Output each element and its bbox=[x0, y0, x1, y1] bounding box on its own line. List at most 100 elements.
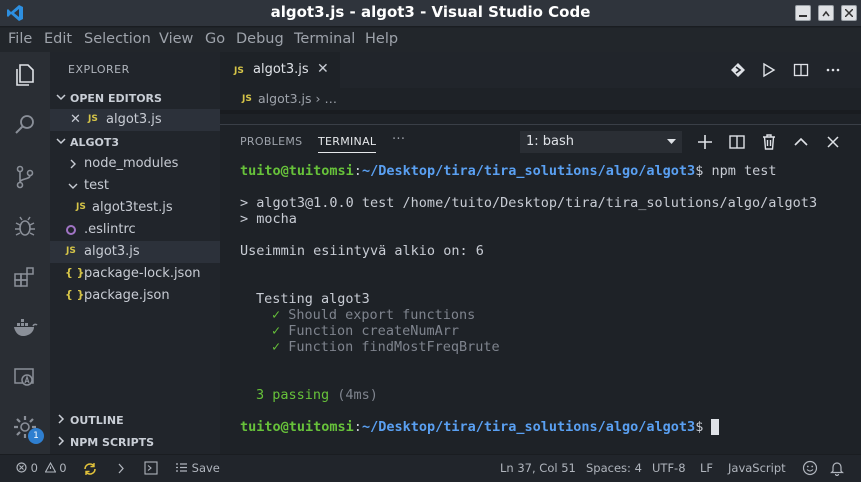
test-name: Should export functions bbox=[288, 307, 476, 323]
terminal-select[interactable]: 1: bash bbox=[520, 131, 682, 153]
more-actions-icon[interactable] bbox=[825, 62, 841, 78]
split-terminal-icon[interactable] bbox=[728, 133, 746, 151]
js-file-icon: JS bbox=[234, 66, 244, 76]
project-label: ALGOT3 bbox=[70, 136, 120, 149]
breadcrumb-text[interactable]: algot3.js › … bbox=[258, 91, 337, 106]
menu-help[interactable]: Help bbox=[365, 31, 398, 47]
sync-icon[interactable] bbox=[82, 462, 98, 476]
new-terminal-icon[interactable] bbox=[696, 133, 714, 151]
error-icon bbox=[16, 462, 27, 473]
close-panel-icon[interactable] bbox=[824, 133, 842, 151]
language-status[interactable]: JavaScript bbox=[728, 461, 786, 475]
tree-item-package-lock[interactable]: { } package-lock.json bbox=[50, 263, 220, 285]
tree-item-label: .eslintrc bbox=[84, 222, 136, 237]
open-editor-item[interactable]: ✕ JS algot3.js bbox=[50, 109, 220, 131]
problems-status[interactable]: 0 0 bbox=[16, 461, 67, 475]
test-name: Function findMostFreqBrute bbox=[288, 339, 500, 355]
tree-item-node-modules[interactable]: node_modules bbox=[50, 153, 220, 175]
feedback-smiley-icon[interactable] bbox=[802, 460, 818, 476]
open-editors-section[interactable]: OPEN EDITORS bbox=[50, 88, 220, 110]
project-section[interactable]: ALGOT3 bbox=[50, 132, 220, 154]
test-result-line: ✓ Function findMostFreqBrute bbox=[272, 339, 500, 355]
menu-selection[interactable]: Selection bbox=[84, 31, 151, 47]
breadcrumb: JS algot3.js › … bbox=[220, 88, 861, 110]
outline-label: OUTLINE bbox=[70, 414, 124, 427]
close-window-button[interactable] bbox=[841, 5, 857, 21]
terminal-output[interactable]: tuito@tuitomsi:~/Desktop/tira/tira_solut… bbox=[240, 163, 817, 435]
explorer-activity[interactable] bbox=[12, 62, 38, 88]
test-result-line: ✓ Should export functions bbox=[272, 307, 475, 323]
cursor-position[interactable]: Ln 37, Col 51 bbox=[500, 461, 576, 475]
menu-go[interactable]: Go bbox=[205, 31, 225, 47]
tab-problems[interactable]: PROBLEMS bbox=[240, 135, 302, 148]
title-bar: algot3.js - algot3 - Visual Studio Code bbox=[0, 0, 861, 27]
extensions-activity[interactable] bbox=[12, 264, 38, 290]
tree-item-algot3[interactable]: JS algot3.js bbox=[50, 241, 220, 263]
close-icon[interactable]: ✕ bbox=[70, 112, 81, 127]
outline-section[interactable]: OUTLINE bbox=[50, 410, 220, 432]
terminal-icon[interactable] bbox=[144, 461, 158, 475]
maximize-icon bbox=[822, 10, 830, 17]
menu-terminal[interactable]: Terminal bbox=[294, 31, 355, 47]
error-count: 0 bbox=[30, 461, 38, 475]
maximize-panel-icon[interactable] bbox=[792, 133, 810, 151]
chevron-right-icon[interactable] bbox=[117, 463, 125, 474]
list-icon bbox=[176, 463, 187, 472]
npm-scripts-section[interactable]: NPM SCRIPTS bbox=[50, 432, 220, 454]
menu-edit[interactable]: Edit bbox=[44, 31, 72, 47]
maximize-button[interactable] bbox=[818, 5, 834, 21]
menu-view[interactable]: View bbox=[159, 31, 193, 47]
tree-item-algot3test[interactable]: JS algot3test.js bbox=[50, 197, 220, 219]
search-activity[interactable] bbox=[12, 112, 38, 138]
docker-activity[interactable] bbox=[12, 314, 38, 340]
tree-item-test[interactable]: test bbox=[50, 175, 220, 197]
js-file-icon: JS bbox=[76, 202, 86, 212]
terminal-select-value: 1: bash bbox=[526, 134, 575, 149]
docker-icon bbox=[14, 319, 38, 336]
menu-file[interactable]: File bbox=[8, 31, 32, 47]
bell-icon[interactable] bbox=[830, 460, 844, 476]
activity-bar: 1 bbox=[0, 52, 50, 454]
terminal-cursor bbox=[711, 419, 720, 435]
prompt-end: $ bbox=[695, 419, 704, 435]
split-editor-icon[interactable] bbox=[793, 62, 809, 78]
status-bar: 0 0 Save Ln 37, Col 51 Spaces: 4 UTF-8 L… bbox=[0, 454, 861, 482]
terminal-prompt-line: tuito@tuitomsi:~/Desktop/tira/tira_solut… bbox=[240, 163, 776, 179]
indentation-status[interactable]: Spaces: 4 bbox=[586, 461, 642, 475]
test-result-line: ✓ Function createNumArr bbox=[272, 323, 459, 339]
eol-status[interactable]: LF bbox=[700, 461, 713, 475]
tree-item-eslintrc[interactable]: .eslintrc bbox=[50, 219, 220, 241]
tree-item-package[interactable]: { } package.json bbox=[50, 285, 220, 307]
tree-item-label: algot3test.js bbox=[92, 200, 173, 215]
encoding-status[interactable]: UTF-8 bbox=[652, 461, 686, 475]
panel-more-icon[interactable]: ··· bbox=[392, 132, 405, 147]
tab-terminal[interactable]: TERMINAL bbox=[318, 135, 377, 153]
run-icon[interactable] bbox=[761, 62, 777, 78]
source-control-activity[interactable] bbox=[12, 164, 38, 190]
warning-count: 0 bbox=[59, 461, 67, 475]
minimize-button[interactable] bbox=[795, 5, 811, 21]
passing-line: 3 passing (4ms) bbox=[256, 387, 378, 403]
save-status[interactable]: Save bbox=[175, 461, 220, 475]
prompt-user: tuito@tuitomsi bbox=[240, 419, 354, 435]
open-changes-icon[interactable] bbox=[730, 62, 746, 78]
warning-icon bbox=[44, 461, 57, 473]
editor-area: JS algot3.js ✕ JS algot3.js › … PROBLEMS… bbox=[220, 52, 861, 454]
check-icon: ✓ bbox=[272, 307, 281, 323]
debug-activity[interactable] bbox=[12, 214, 38, 240]
menu-bar: File Edit Selection View Go Debug Termin… bbox=[0, 28, 861, 52]
tab-algot3[interactable]: JS algot3.js ✕ bbox=[220, 52, 340, 88]
prompt-separator: : bbox=[353, 419, 362, 435]
chevron-down-icon bbox=[68, 183, 78, 189]
prompt-separator: : bbox=[353, 163, 362, 179]
trash-icon[interactable] bbox=[760, 133, 778, 151]
editor-tabs: JS algot3.js ✕ bbox=[220, 52, 861, 88]
prompt-path: ~/Desktop/tira/tira_solutions/algo/algot… bbox=[361, 163, 696, 179]
remote-explorer-activity[interactable] bbox=[12, 364, 38, 390]
menu-debug[interactable]: Debug bbox=[236, 31, 284, 47]
close-icon bbox=[845, 9, 853, 17]
check-icon: ✓ bbox=[272, 339, 281, 355]
sidebar-header: EXPLORER bbox=[68, 63, 130, 76]
tab-close-icon[interactable]: ✕ bbox=[317, 61, 329, 77]
search-icon bbox=[15, 115, 34, 134]
